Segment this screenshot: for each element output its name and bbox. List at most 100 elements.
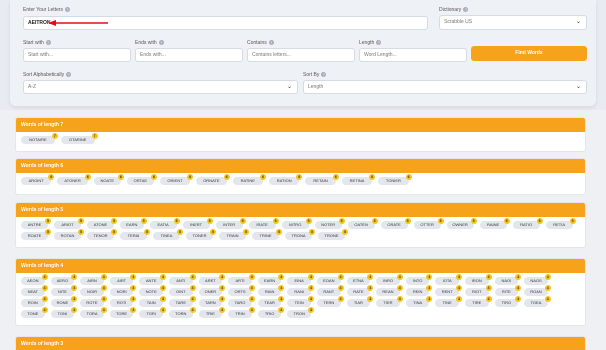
word-chip[interactable]: AROINT 6 xyxy=(21,174,55,185)
help-icon[interactable]: ? xyxy=(65,7,71,13)
word-chip[interactable]: TORN 4 xyxy=(169,307,196,318)
word-chip[interactable]: TINEA 5 xyxy=(153,229,183,240)
word-chip[interactable]: TERAI 5 xyxy=(120,229,150,240)
word-chip[interactable]: IRATE 5 xyxy=(248,218,279,229)
word-chip[interactable]: OTTER 5 xyxy=(413,218,444,229)
word-chip[interactable]: ROTE 4 xyxy=(80,296,107,307)
word-chip[interactable]: ORNATE 6 xyxy=(196,174,230,185)
word-chip[interactable]: ROAN 4 xyxy=(524,285,551,296)
word-chip[interactable]: INERT 5 xyxy=(182,218,213,229)
word-chip[interactable]: AERO 4 xyxy=(50,274,78,285)
word-chip[interactable]: EOAN 4 xyxy=(317,274,344,285)
word-chip[interactable]: TINE 4 xyxy=(435,296,462,307)
word-chip[interactable]: NITRO 5 xyxy=(281,218,312,229)
word-chip[interactable]: RONE 4 xyxy=(50,296,78,307)
word-chip[interactable]: TARE 4 xyxy=(169,296,196,307)
word-chip[interactable]: RETINA 6 xyxy=(341,174,376,185)
word-chip[interactable]: AIRT 4 xyxy=(109,274,137,285)
word-chip[interactable]: ETNA 4 xyxy=(346,274,374,285)
word-chip[interactable]: ROATE 5 xyxy=(21,229,51,240)
word-chip[interactable]: RATIO 5 xyxy=(512,218,543,229)
word-chip[interactable]: ATONER 6 xyxy=(57,174,91,185)
word-chip[interactable]: TRONA 5 xyxy=(285,229,315,240)
word-chip[interactable]: ROTAN 5 xyxy=(54,229,84,240)
word-chip[interactable]: RATE 4 xyxy=(346,285,374,296)
word-chip[interactable]: NORI 4 xyxy=(109,285,137,296)
word-chip[interactable]: NOTAIRE 7 xyxy=(21,133,58,144)
word-chip[interactable]: TORE 4 xyxy=(109,307,137,318)
word-chip[interactable]: ARET 4 xyxy=(198,274,226,285)
word-chip[interactable]: RAIN 4 xyxy=(257,285,285,296)
word-chip[interactable]: NOIR 4 xyxy=(80,285,107,296)
word-chip[interactable]: RANI 4 xyxy=(287,285,314,296)
word-chip[interactable]: TRIE 4 xyxy=(198,307,226,318)
word-chip[interactable]: NOATE 6 xyxy=(93,174,124,185)
word-chip[interactable]: TORI 4 xyxy=(139,307,166,318)
word-chip[interactable]: TONI 4 xyxy=(50,307,78,318)
help-icon[interactable]: ? xyxy=(463,7,469,13)
word-chip[interactable]: ORTAE 6 xyxy=(126,174,157,185)
word-chip[interactable]: OTARINE 7 xyxy=(60,133,98,144)
word-chip[interactable]: NOTE 4 xyxy=(139,285,166,296)
word-chip[interactable]: OINT 4 xyxy=(169,285,196,296)
word-chip[interactable]: RENT 4 xyxy=(435,285,462,296)
contains-input[interactable]: Contains letters... xyxy=(247,48,355,62)
word-chip[interactable]: EINA 4 xyxy=(287,274,314,285)
word-chip[interactable]: TRAIN 5 xyxy=(219,229,249,240)
word-chip[interactable]: TONER 5 xyxy=(186,229,216,240)
word-chip[interactable]: NOTER 5 xyxy=(314,218,345,229)
word-chip[interactable]: RATINE 6 xyxy=(232,174,266,185)
word-chip[interactable]: NAOS 4 xyxy=(524,274,551,285)
word-chip[interactable]: TINA 4 xyxy=(405,296,433,307)
word-chip[interactable]: OWNER 5 xyxy=(446,218,477,229)
word-chip[interactable]: TENOR 5 xyxy=(87,229,117,240)
word-chip[interactable]: TONIER 6 xyxy=(378,174,412,185)
find-words-button[interactable]: Find Words xyxy=(471,46,587,61)
word-chip[interactable]: ARIOT 5 xyxy=(54,218,84,229)
help-icon[interactable]: ? xyxy=(268,40,274,46)
word-chip[interactable]: TIRO 4 xyxy=(494,296,522,307)
start-input[interactable]: Start with... xyxy=(23,48,131,62)
word-chip[interactable]: IOTA 4 xyxy=(435,274,462,285)
word-chip[interactable]: TEIN 4 xyxy=(287,296,314,307)
word-chip[interactable]: ROIN 4 xyxy=(21,296,48,307)
length-input[interactable]: Word Length... xyxy=(359,48,467,62)
word-chip[interactable]: TRIN 4 xyxy=(228,307,255,318)
word-chip[interactable]: TAIN 4 xyxy=(139,296,166,307)
word-chip[interactable]: ORATE 5 xyxy=(380,218,411,229)
word-chip[interactable]: EARN 5 xyxy=(120,218,147,229)
word-chip[interactable]: TOEA 4 xyxy=(524,296,551,307)
word-chip[interactable]: TIAR 4 xyxy=(346,296,374,307)
word-chip[interactable]: AIRN 4 xyxy=(80,274,107,285)
word-chip[interactable]: TORA 4 xyxy=(80,307,107,318)
help-icon[interactable]: ? xyxy=(66,72,72,78)
sort-by-select[interactable]: Length ⌄ xyxy=(303,80,587,94)
word-chip[interactable]: TARO 4 xyxy=(228,296,255,307)
word-chip[interactable]: INRO 4 xyxy=(376,274,403,285)
word-chip[interactable]: NITE 4 xyxy=(50,285,78,296)
word-chip[interactable]: RIOT 4 xyxy=(465,285,492,296)
word-chip[interactable]: TONE 4 xyxy=(21,307,48,318)
help-icon[interactable]: ? xyxy=(321,72,327,78)
word-chip[interactable]: NEAT 4 xyxy=(21,285,48,296)
word-chip[interactable]: REAN 4 xyxy=(376,285,403,296)
word-chip[interactable]: RATION 6 xyxy=(269,174,303,185)
word-chip[interactable]: EATIA 5 xyxy=(149,218,180,229)
ends-input[interactable]: Ends with... xyxy=(135,48,243,62)
word-chip[interactable]: ANTRE 5 xyxy=(21,218,51,229)
word-chip[interactable]: ORIENT 6 xyxy=(159,174,194,185)
word-chip[interactable]: ROTI 4 xyxy=(109,296,137,307)
word-chip[interactable]: ANTE 4 xyxy=(139,274,166,285)
help-icon[interactable]: ? xyxy=(158,40,164,46)
word-chip[interactable]: INTO 4 xyxy=(405,274,433,285)
word-chip[interactable]: INTER 5 xyxy=(215,218,246,229)
word-chip[interactable]: ARTI 4 xyxy=(228,274,255,285)
word-chip[interactable]: RITE 4 xyxy=(494,285,522,296)
word-chip[interactable]: TRIO 4 xyxy=(257,307,285,318)
word-chip[interactable]: ATONE 5 xyxy=(87,218,117,229)
word-chip[interactable]: TRON 4 xyxy=(287,307,314,318)
word-chip[interactable]: TIRE 4 xyxy=(465,296,492,307)
word-chip[interactable]: REIN 4 xyxy=(405,285,433,296)
help-icon[interactable]: ? xyxy=(376,40,382,46)
word-chip[interactable]: TERN 4 xyxy=(317,296,344,307)
